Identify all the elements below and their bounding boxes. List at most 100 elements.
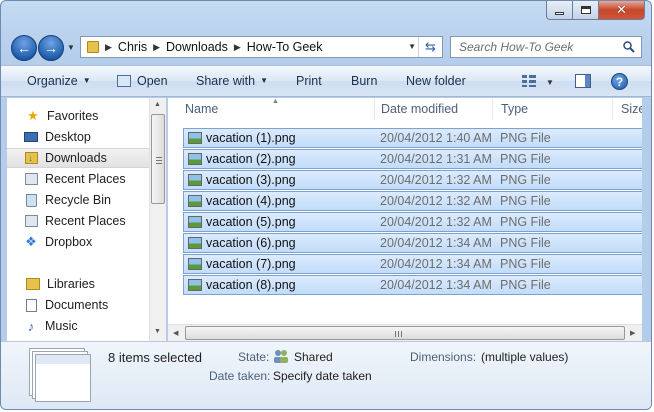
nav-item-desktop[interactable]: Desktop	[7, 127, 149, 147]
horizontal-scrollbar[interactable]: ◀ ▶	[168, 324, 642, 341]
file-row[interactable]: vacation (4).png 20/04/2012 1:32 AM PNG …	[183, 191, 642, 211]
dimensions-label: Dimensions:	[410, 350, 477, 364]
share-with-button[interactable]: Share with ▼	[196, 74, 268, 88]
scroll-right-icon[interactable]: ▶	[630, 329, 635, 337]
nav-scrollbar[interactable]: ▲ ▼	[149, 98, 166, 341]
png-file-icon	[188, 195, 202, 207]
scroll-left-icon[interactable]: ◀	[173, 329, 178, 337]
details-pane: 8 items selected State: Shared Date take…	[1, 341, 651, 409]
minimize-button[interactable]	[546, 1, 573, 20]
chevron-down-icon: ▼	[82, 76, 91, 85]
open-button[interactable]: Open	[117, 74, 168, 88]
navigation-pane: ★ Favorites Desktop ↓ Downloads Recent P…	[7, 98, 166, 341]
file-row[interactable]: vacation (2).png 20/04/2012 1:31 AM PNG …	[183, 149, 642, 169]
search-icon[interactable]	[623, 41, 635, 53]
png-file-icon	[188, 279, 202, 291]
nav-item-documents[interactable]: Documents	[7, 295, 149, 315]
new-folder-button[interactable]: New folder	[406, 74, 466, 88]
recent-pages-dropdown-icon[interactable]: ▼	[67, 43, 75, 52]
chevron-right-icon[interactable]: ▶	[105, 42, 112, 53]
libraries-icon	[25, 277, 41, 291]
nav-item-downloads[interactable]: ↓ Downloads	[7, 148, 149, 168]
search-box	[450, 36, 642, 58]
nav-label: Music	[45, 319, 78, 333]
png-file-icon	[188, 237, 202, 249]
column-header-date-modified[interactable]: Date modified	[373, 98, 493, 120]
nav-scroll-thumb[interactable]	[151, 114, 165, 204]
png-file-icon	[188, 258, 202, 270]
column-header-name[interactable]: Name	[177, 98, 375, 120]
state-value: Shared	[294, 350, 333, 364]
file-row[interactable]: vacation (7).png 20/04/2012 1:34 AM PNG …	[183, 254, 642, 274]
horizontal-scroll-thumb[interactable]	[185, 326, 625, 340]
scroll-down-icon[interactable]: ▼	[154, 328, 161, 335]
file-date: 20/04/2012 1:34 AM	[380, 236, 492, 250]
column-header-type[interactable]: Type	[493, 98, 613, 120]
nav-item-music[interactable]: ♪ Music	[7, 316, 149, 336]
folder-icon	[87, 41, 99, 53]
png-file-icon	[188, 132, 202, 144]
organize-button[interactable]: Organize ▼	[27, 74, 91, 88]
music-icon: ♪	[27, 318, 35, 334]
file-date: 20/04/2012 1:32 AM	[380, 173, 492, 187]
arrow-left-icon: ←	[17, 40, 31, 56]
command-bar: Organize ▼ Open Share with ▼ Print Burn Ne…	[1, 65, 651, 97]
nav-label: Recycle Bin	[45, 193, 111, 207]
file-date: 20/04/2012 1:34 AM	[380, 278, 492, 292]
file-row[interactable]: vacation (1).png 20/04/2012 1:40 AM PNG …	[183, 128, 642, 148]
chevron-right-icon[interactable]: ▶	[234, 42, 241, 53]
nav-item-recycle-bin[interactable]: Recycle Bin	[7, 190, 149, 210]
print-button[interactable]: Print	[296, 74, 322, 88]
file-date: 20/04/2012 1:31 AM	[380, 152, 492, 166]
png-file-icon	[188, 216, 202, 228]
address-bar[interactable]: ▶ Chris ▶ Downloads ▶ How-To Geek ▼ ⇆	[80, 36, 443, 58]
breadcrumb-downloads[interactable]: Downloads	[166, 40, 228, 54]
file-row[interactable]: vacation (3).png 20/04/2012 1:32 AM PNG …	[183, 170, 642, 190]
file-row[interactable]: vacation (6).png 20/04/2012 1:34 AM PNG …	[183, 233, 642, 253]
file-type: PNG File	[500, 194, 551, 208]
breadcrumb-chris[interactable]: Chris	[118, 40, 147, 54]
file-name: vacation (3).png	[206, 173, 296, 187]
refresh-icon: ⇆	[425, 39, 436, 54]
search-input[interactable]	[459, 40, 619, 54]
scroll-up-icon[interactable]: ▲	[154, 101, 161, 108]
close-button[interactable]: ✕	[599, 1, 645, 20]
nav-label: Downloads	[45, 151, 107, 165]
nav-item-recent-places[interactable]: Recent Places	[7, 169, 149, 189]
refresh-button[interactable]: ⇆	[418, 37, 442, 57]
share-with-label: Share with	[196, 74, 256, 88]
help-icon[interactable]: ?	[611, 73, 628, 90]
grip-icon	[156, 157, 162, 158]
thumbnail-layer	[35, 354, 91, 402]
nav-libraries-header[interactable]: Libraries	[7, 274, 149, 294]
chevron-right-icon[interactable]: ▶	[153, 42, 160, 53]
file-name: vacation (5).png	[206, 215, 296, 229]
burn-button[interactable]: Burn	[351, 74, 377, 88]
file-row[interactable]: vacation (8).png 20/04/2012 1:34 AM PNG …	[183, 275, 642, 295]
date-taken-value[interactable]: Specify date taken	[273, 369, 372, 383]
file-date: 20/04/2012 1:32 AM	[380, 194, 492, 208]
column-header-size[interactable]: Size	[613, 98, 642, 120]
preview-pane-icon[interactable]	[575, 74, 591, 88]
file-list: ▲ Name Date modified Type Size vacation …	[168, 98, 642, 341]
file-type: PNG File	[500, 215, 551, 229]
open-label: Open	[137, 74, 168, 88]
nav-item-dropbox[interactable]: ❖ Dropbox	[7, 232, 149, 252]
file-row[interactable]: vacation (5).png 20/04/2012 1:32 AM PNG …	[183, 212, 642, 232]
address-dropdown-icon[interactable]: ▼	[408, 42, 416, 51]
nav-label: Dropbox	[45, 235, 93, 249]
forward-button[interactable]: →	[38, 35, 64, 61]
file-type: PNG File	[500, 236, 551, 250]
nav-favorites-header[interactable]: ★ Favorites	[7, 106, 149, 126]
dropbox-icon: ❖	[25, 234, 37, 249]
views-dropdown-icon[interactable]: ▼	[546, 78, 554, 87]
breadcrumb-how-to-geek[interactable]: How-To Geek	[247, 40, 323, 54]
views-icon[interactable]	[521, 74, 537, 88]
file-name: vacation (8).png	[206, 278, 296, 292]
minimize-icon	[555, 11, 564, 15]
back-button[interactable]: ←	[11, 35, 37, 61]
nav-item-recent-places-2[interactable]: Recent Places	[7, 211, 149, 231]
recent-places-icon	[23, 214, 39, 228]
maximize-button[interactable]	[573, 1, 599, 20]
caption-buttons: ✕	[546, 1, 645, 21]
